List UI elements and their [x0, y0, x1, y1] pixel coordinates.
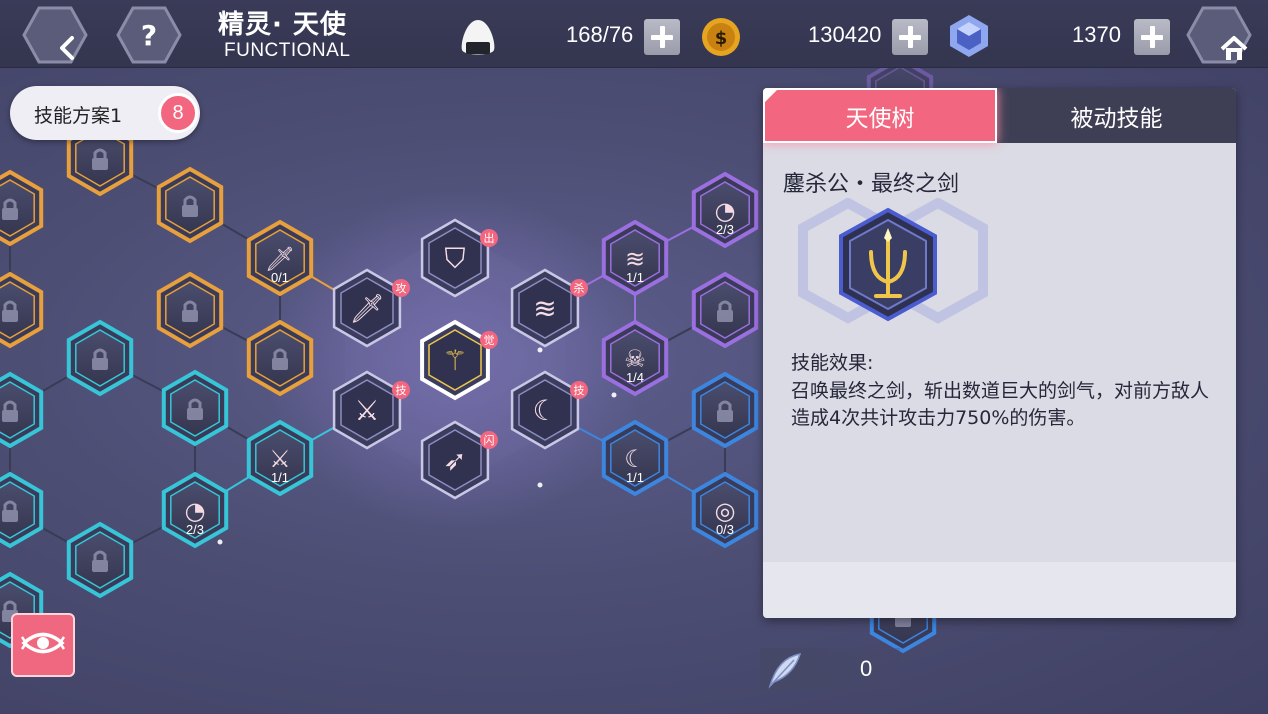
page-title: 精灵· 天使	[218, 10, 347, 40]
node-rank-label: 0/1	[271, 270, 289, 285]
eye-icon	[20, 628, 66, 662]
node-rank-label: 1/4	[626, 370, 644, 385]
node-rank-label: 2/3	[716, 222, 734, 237]
gold-value: 130420	[808, 22, 882, 47]
node-rank-label: 0/3	[716, 522, 734, 537]
dash-icon: ➶	[443, 444, 466, 477]
fx-sword-node[interactable]: 🗡0/1	[246, 219, 314, 297]
page-subtitle: FUNCTIONAL	[224, 40, 351, 61]
locked-node-cyan-3[interactable]	[0, 471, 44, 549]
sparkle	[537, 347, 543, 353]
locked-node-cyan-0[interactable]	[66, 319, 134, 397]
crescent-slash-icon: ☾	[532, 394, 557, 427]
help-icon: ?	[140, 18, 158, 52]
gold-coin-icon: $	[700, 16, 742, 62]
skill-icon: ☠	[624, 345, 646, 373]
top-bar: ? 精灵· 天使 FUNCTIONAL 168/76 $ 130420 1370	[0, 0, 1268, 68]
node-rank-label: 2/3	[186, 522, 204, 537]
home-button[interactable]	[1186, 6, 1252, 64]
locked-node-cyan-2[interactable]	[161, 369, 229, 447]
skill-icon: ◔	[715, 197, 736, 225]
node-badge: 攻	[396, 281, 407, 295]
skill-icon: 🗡	[265, 245, 295, 273]
skill-icon: ☾	[624, 445, 646, 473]
add-crystal-button[interactable]	[1134, 19, 1170, 55]
skill-icon: ◔	[185, 497, 206, 525]
skill-plan-label: 技能方案1	[34, 105, 123, 127]
tab-bar: 天使树 被动技能	[763, 88, 1236, 143]
locked-node-orange-3[interactable]	[0, 271, 44, 349]
effect-description: 召唤最终之剑，斩出数道巨大的剑气，对前方敌人造成4次共计攻击力750%的伤害。	[791, 380, 1210, 429]
trident-sword-icon: ⚚	[442, 344, 467, 377]
locked-node-orange-4[interactable]	[156, 271, 224, 349]
eye-toggle-button[interactable]	[11, 613, 75, 677]
target-node[interactable]: ◎0/3	[691, 471, 759, 549]
skill-icon: ⚔	[269, 445, 291, 473]
node-badge: 出	[484, 231, 495, 245]
locked-node-orange-1[interactable]	[0, 169, 44, 247]
fx-swords-node[interactable]: ⚔1/1	[246, 419, 314, 497]
back-button[interactable]	[22, 6, 88, 64]
multi-sword-icon: ⚔	[354, 394, 379, 427]
tab-angel-tree[interactable]: 天使树	[763, 88, 997, 143]
node-badge: 闪	[484, 433, 495, 447]
skill-name: 鏖杀公・最终之剑	[783, 172, 960, 197]
node-badge: 技	[574, 384, 585, 397]
sparkle	[537, 482, 543, 488]
skill-detail-panel: 天使树 被动技能 鏖杀公・最终之剑 技能效果: 召唤最终之剑，斩出数道巨大的剑气…	[763, 88, 1236, 618]
panel-footer	[763, 562, 1236, 618]
add-gold-button[interactable]	[892, 19, 928, 55]
fx-crescent-node[interactable]: ☾1/1	[601, 419, 669, 497]
sparkle	[217, 539, 223, 545]
effect-label: 技能效果:	[791, 352, 874, 374]
node-rank-label: 1/1	[626, 270, 644, 285]
feather-value: 0	[860, 656, 873, 681]
crystal-value: 1370	[1072, 22, 1121, 47]
skill-plan-selector[interactable]: 技能方案1 8	[10, 86, 200, 140]
locked-node-cyan-1[interactable]	[0, 371, 44, 449]
locked-node-orange-5[interactable]	[246, 319, 314, 397]
rice-ball-icon	[456, 14, 500, 62]
add-stamina-button[interactable]	[644, 19, 680, 55]
emblem-icon: ⛉	[444, 242, 465, 275]
skill-icon: ◎	[715, 497, 736, 525]
node-badge: 技	[396, 384, 407, 397]
node-rank-label: 1/1	[271, 470, 289, 485]
sword-icon: 🗡	[349, 292, 385, 325]
cyan-rank-node[interactable]: ◔2/3	[161, 471, 229, 549]
feather-icon	[764, 650, 804, 694]
skull-node[interactable]: ☠1/4	[601, 319, 669, 397]
locked-node-blue-0[interactable]	[691, 371, 759, 449]
crystal-gem-icon	[946, 12, 992, 62]
skill-plan-count: 8	[158, 93, 198, 133]
stamina-value: 168/76	[566, 22, 634, 47]
node-badge: 觉	[484, 334, 495, 347]
help-button[interactable]: ?	[116, 6, 182, 64]
locked-node-orange-2[interactable]	[156, 166, 224, 244]
locked-node-cyan-4[interactable]	[66, 521, 134, 599]
triple-slash-icon: ≋	[533, 292, 556, 325]
feather-counter	[760, 648, 900, 690]
purple-rank-node[interactable]: ◔2/3	[691, 171, 759, 249]
tab-passive-skills[interactable]: 被动技能	[997, 88, 1236, 143]
locked-node-purple-0[interactable]	[691, 271, 759, 349]
node-badge: 杀	[574, 281, 585, 295]
skill-icon: ≋	[625, 245, 645, 273]
svg-text:$: $	[715, 28, 728, 49]
sparkle	[611, 392, 617, 398]
slash-rank-node[interactable]: ≋1/1	[601, 219, 669, 297]
node-rank-label: 1/1	[626, 470, 644, 485]
skill-detail-icon	[763, 197, 1023, 332]
